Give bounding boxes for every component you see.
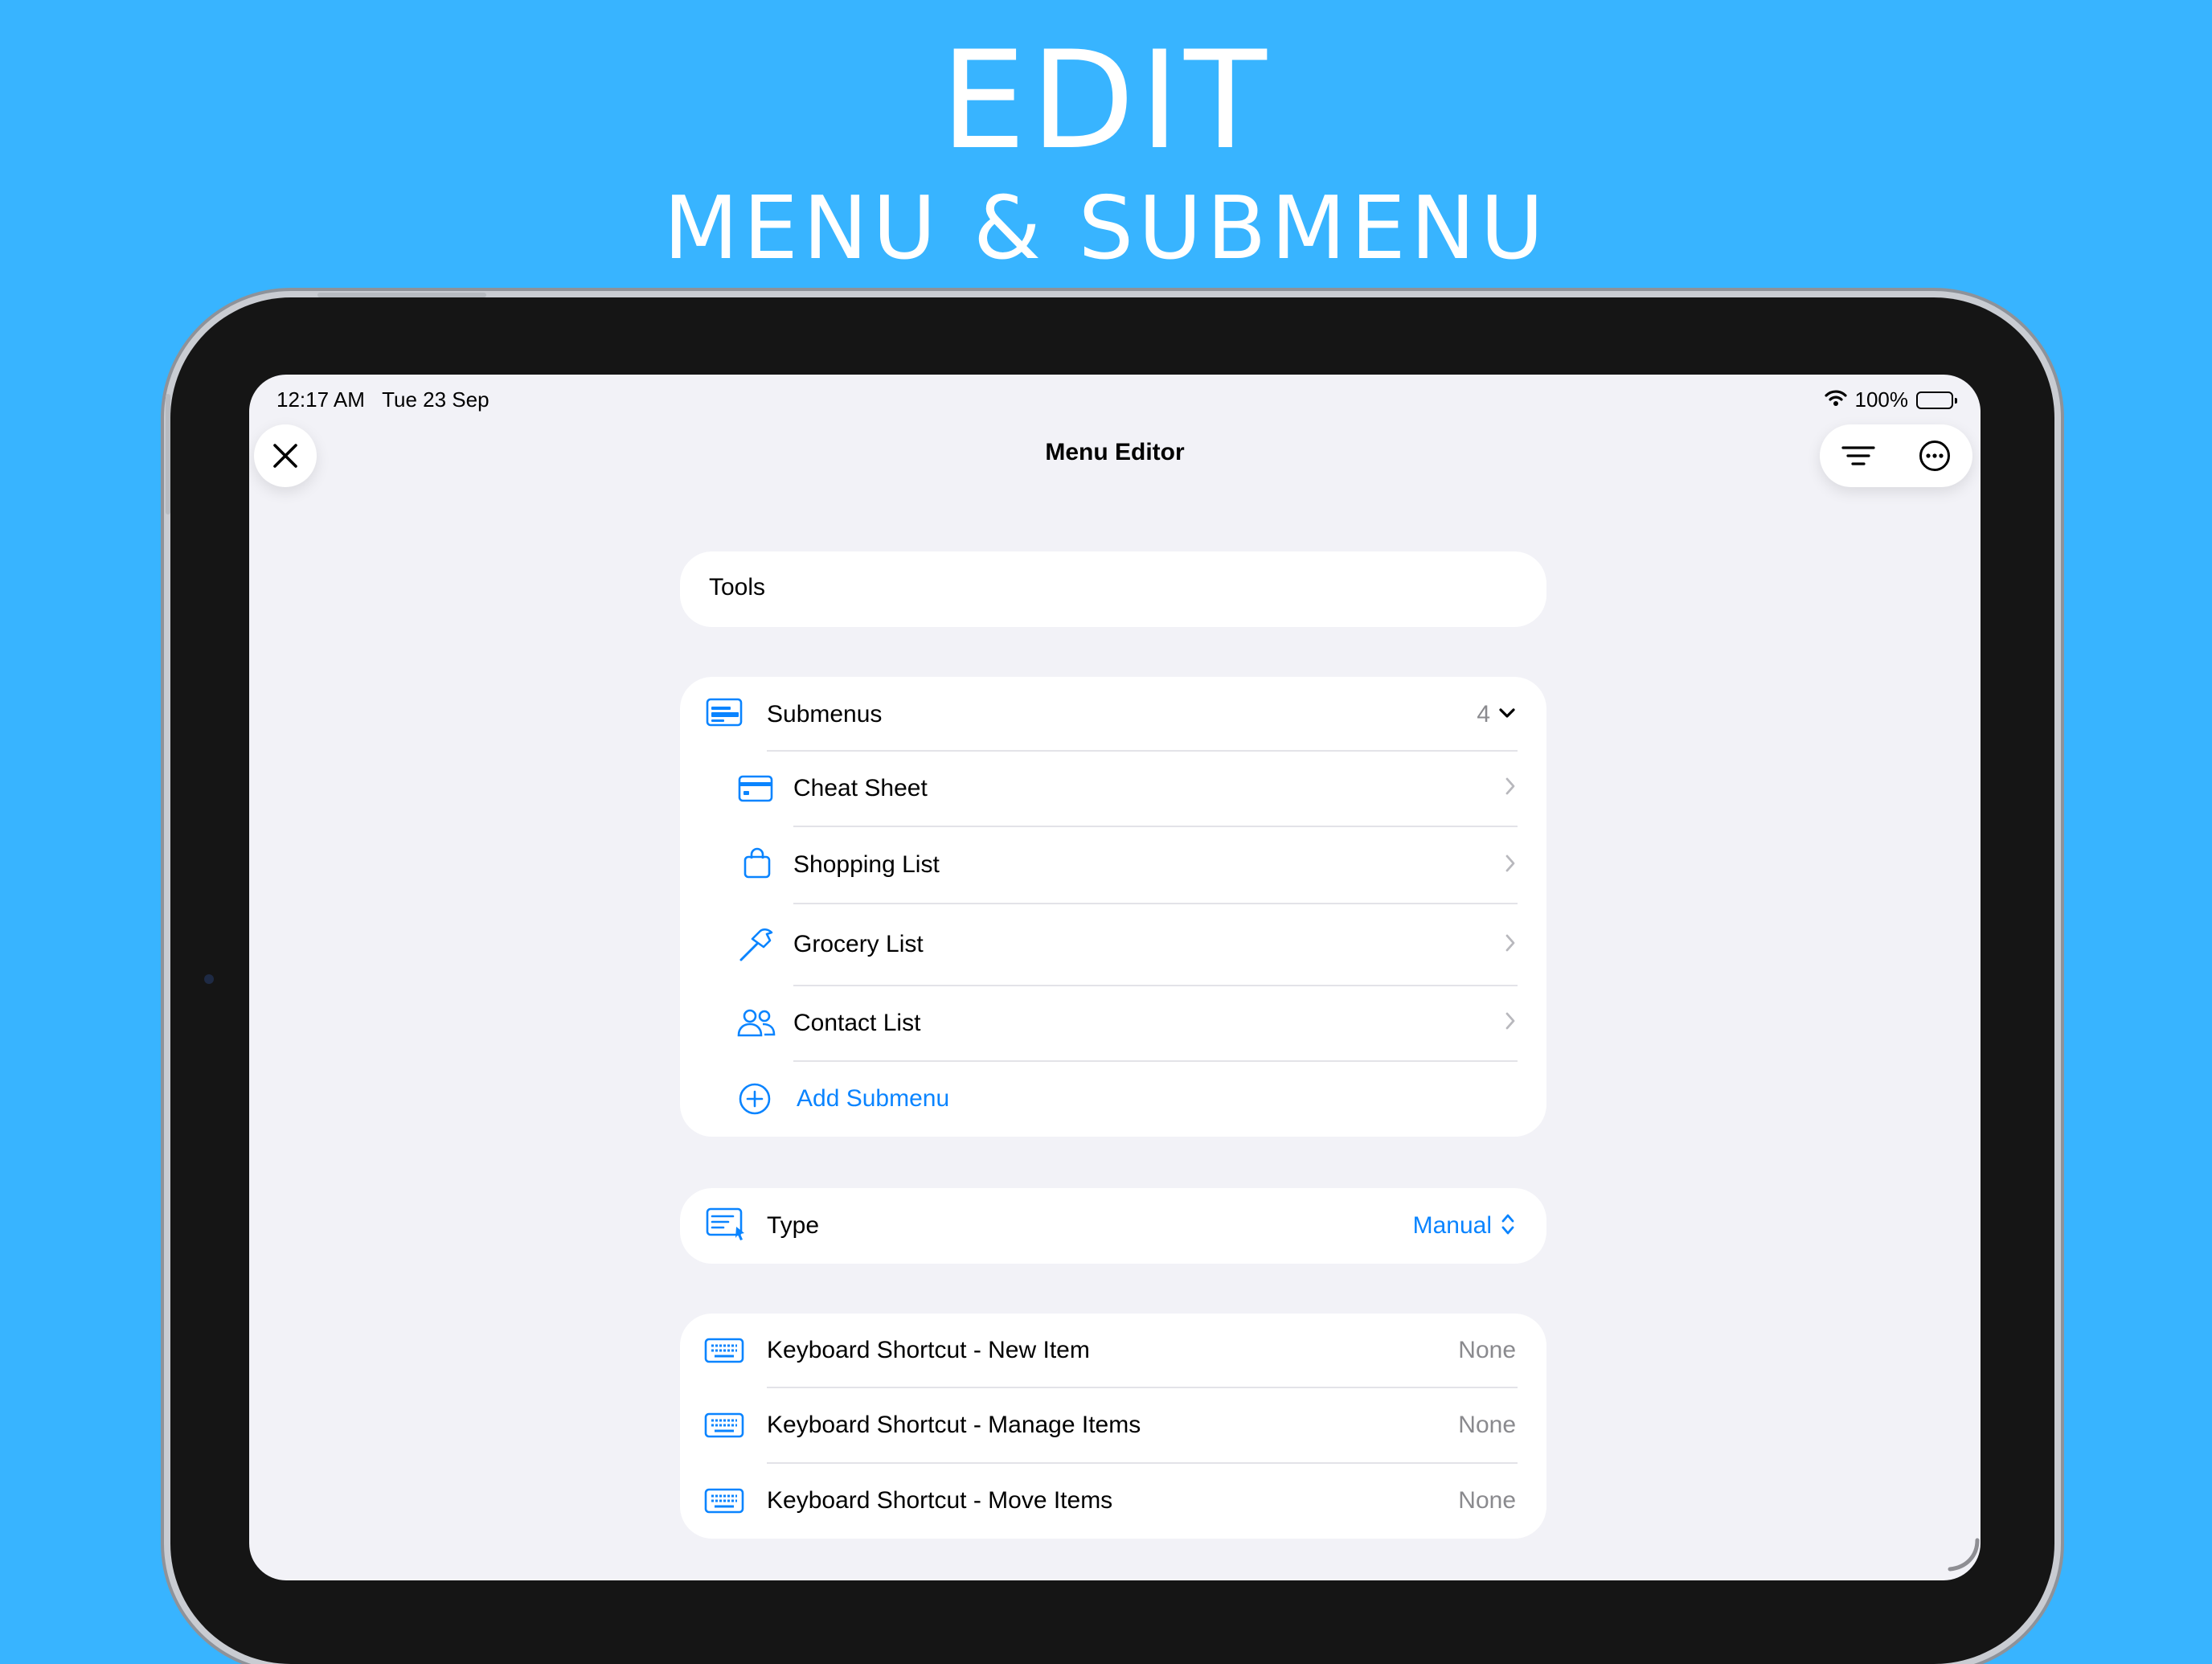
hammer-icon [738,926,775,963]
submenu-item-label: Contact List [793,1010,921,1036]
submenus-count: 4 [1477,701,1490,727]
chevron-up-down-icon [1500,1211,1516,1242]
cursor-list-icon [706,1207,748,1243]
type-label: Type [767,1212,820,1239]
shortcut-value: None [1458,1412,1516,1438]
resize-handle-icon[interactable] [1945,1537,1981,1572]
submenu-list-icon [706,698,743,727]
type-value: Manual [1412,1212,1492,1239]
keyboard-shortcuts-section: Keyboard Shortcut - New Item None Keyboa… [680,1314,1546,1539]
status-indicators: 100% [1824,387,1957,412]
type-row[interactable]: Type Manual [680,1188,1546,1264]
submenu-item-label: Grocery List [793,931,924,957]
toolbar-pill [1820,424,1972,487]
chevron-right-icon [1505,1011,1516,1035]
bag-icon [743,847,772,879]
plus-circle-icon [738,1082,772,1116]
ellipsis-circle-icon [1919,441,1950,471]
status-time: 12:17 AM [276,387,365,412]
page-title: Menu Editor [1045,439,1185,465]
submenu-item-grocery-list[interactable]: Grocery List [680,904,1546,986]
status-date: Tue 23 Sep [382,387,490,412]
shortcut-row-move-items[interactable]: Keyboard Shortcut - Move Items None [680,1463,1546,1539]
submenu-item-cheat-sheet[interactable]: Cheat Sheet [680,751,1546,827]
keyboard-icon [704,1412,744,1438]
headline-title: EDIT [940,22,1272,179]
people-icon [736,1008,776,1039]
status-time-date: 12:17 AM Tue 23 Sep [276,387,490,412]
wifi-icon [1824,387,1847,412]
battery-icon [1916,391,1957,409]
type-row-content: Type Manual [680,1188,1546,1264]
submenu-item-shopping-list[interactable]: Shopping List [680,826,1546,904]
submenus-label: Submenus [767,701,883,727]
shortcut-row-new-item[interactable]: Keyboard Shortcut - New Item None [680,1314,1546,1388]
more-button[interactable] [1896,424,1972,487]
submenu-item-contact-list[interactable]: Contact List [680,986,1546,1062]
ipad-screen: 12:17 AM Tue 23 Sep 100% Menu Editor Too… [249,375,1981,1580]
add-submenu-label: Add Submenu [797,1085,950,1112]
volume-button [166,394,170,514]
submenus-section: Submenus 4 Cheat Sheet Shopping List Gro… [680,677,1546,1137]
chevron-right-icon [1505,854,1516,877]
submenu-item-label: Shopping List [793,851,940,878]
shortcut-label: Keyboard Shortcut - New Item [767,1337,1090,1363]
keyboard-icon [704,1488,744,1514]
battery-percent: 100% [1854,387,1909,412]
filter-button[interactable] [1820,424,1896,487]
shortcut-value: None [1458,1337,1516,1363]
keyboard-icon [704,1338,744,1363]
shortcut-label: Keyboard Shortcut - Manage Items [767,1412,1141,1438]
top-button [317,293,486,297]
menu-name-field[interactable]: Tools [680,551,1546,627]
headline-subtitle: MENU & SUBMENU [663,178,1549,279]
shortcut-row-manage-items[interactable]: Keyboard Shortcut - Manage Items None [680,1387,1546,1464]
card-icon [738,775,773,802]
submenus-header[interactable]: Submenus 4 [680,677,1546,752]
menu-name-value: Tools [709,574,766,600]
submenu-item-label: Cheat Sheet [793,775,928,801]
add-submenu-button[interactable]: Add Submenu [680,1061,1546,1137]
chevron-down-icon [1498,707,1516,723]
shortcut-value: None [1458,1487,1516,1514]
filter-icon [1841,446,1875,465]
chevron-right-icon [1505,777,1516,800]
chevron-right-icon [1505,933,1516,957]
shortcut-label: Keyboard Shortcut - Move Items [767,1487,1113,1514]
front-camera [204,974,214,984]
